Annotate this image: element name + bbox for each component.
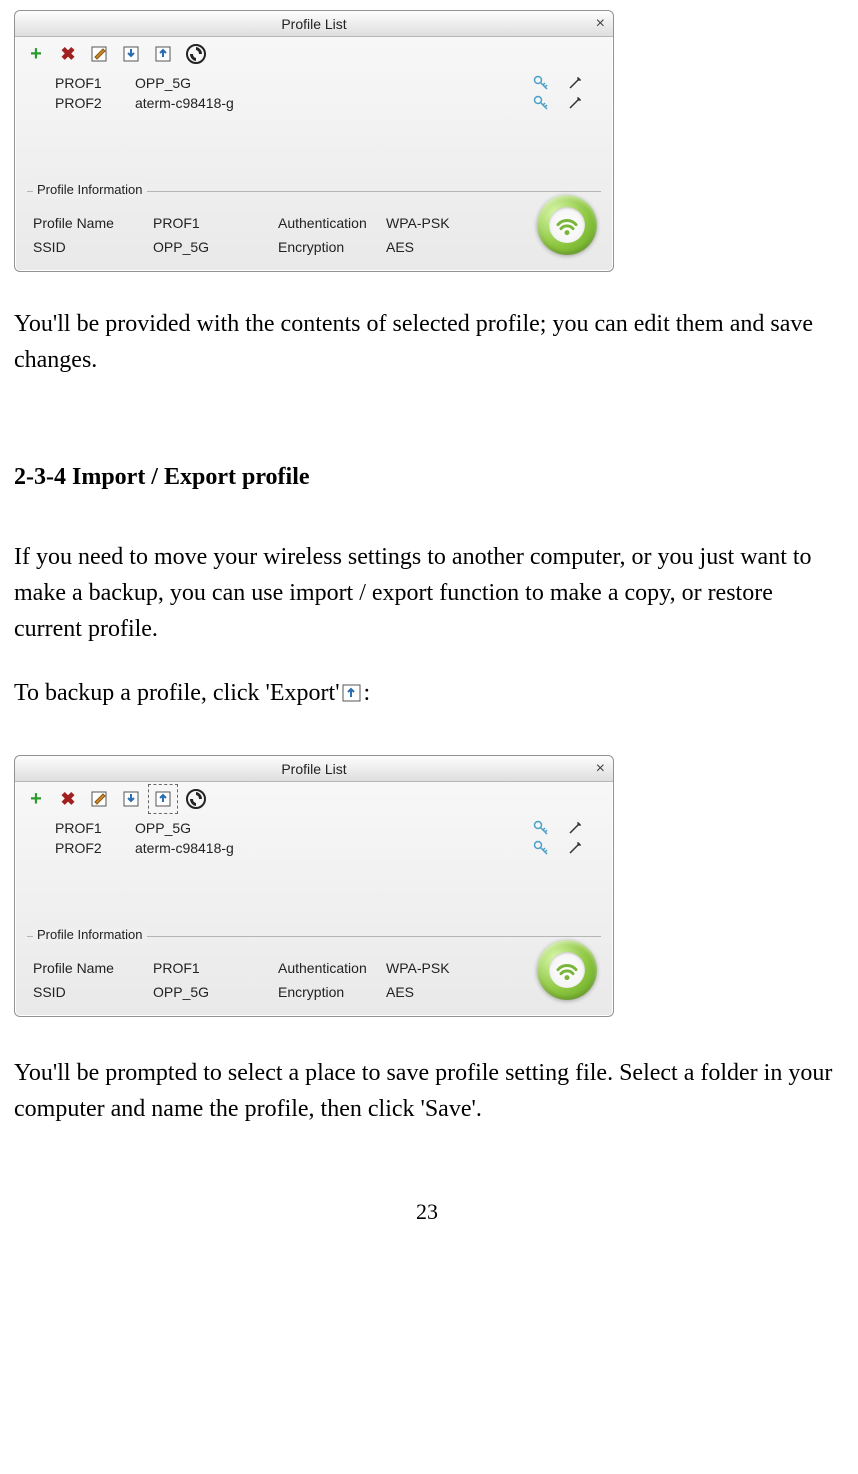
label-profile-name: Profile Name: [33, 215, 153, 231]
label-ssid: SSID: [33, 984, 153, 1000]
window-title: Profile List: [281, 761, 346, 777]
export-icon-inline: [342, 683, 362, 703]
titlebar: Profile List ×: [15, 756, 613, 782]
window-title: Profile List: [281, 16, 346, 32]
value-auth: WPA-PSK: [386, 960, 450, 976]
edit-icon[interactable]: [89, 43, 111, 65]
key-icon: [533, 840, 549, 856]
wifi-status-icon: [537, 940, 597, 1000]
label-enc: Encryption: [278, 239, 386, 255]
profile-row[interactable]: PROF2 aterm-c98418-g: [25, 838, 603, 858]
profile-row[interactable]: PROF1 OPP_5G: [25, 73, 603, 93]
paragraph-3-text-pre: To backup a profile, click 'Export': [14, 675, 340, 711]
profile-list-window-2: Profile List × + ✖ PROF1 OPP_5G PROF2: [14, 755, 614, 1017]
profile-name: PROF2: [25, 840, 135, 856]
profile-name: PROF1: [25, 820, 135, 836]
profile-information-group: Profile Information Profile NamePROF1 SS…: [25, 191, 603, 261]
add-icon[interactable]: +: [25, 788, 47, 810]
section-heading: 2-3-4 Import / Export profile: [14, 464, 840, 491]
wand-icon: [567, 95, 583, 111]
profile-information-group: Profile Information Profile NamePROF1 SS…: [25, 936, 603, 1006]
label-profile-name: Profile Name: [33, 960, 153, 976]
value-profile-name: PROF1: [153, 215, 200, 231]
value-enc: AES: [386, 984, 414, 1000]
profile-list-window-1: Profile List × + ✖ PROF1 OPP_5G PROF2: [14, 10, 614, 272]
key-icon: [533, 820, 549, 836]
profile-ssid: aterm-c98418-g: [135, 95, 533, 111]
add-icon[interactable]: +: [25, 43, 47, 65]
page-number: 23: [14, 1199, 840, 1225]
activate-icon[interactable]: [185, 788, 207, 810]
value-profile-name: PROF1: [153, 960, 200, 976]
toolbar: + ✖: [15, 782, 613, 814]
profile-row[interactable]: PROF1 OPP_5G: [25, 818, 603, 838]
wand-icon: [567, 820, 583, 836]
group-legend: Profile Information: [33, 927, 147, 942]
profile-ssid: OPP_5G: [135, 75, 533, 91]
delete-icon[interactable]: ✖: [57, 43, 79, 65]
profile-name: PROF2: [25, 95, 135, 111]
key-icon: [533, 75, 549, 91]
value-ssid: OPP_5G: [153, 984, 209, 1000]
value-auth: WPA-PSK: [386, 215, 450, 231]
paragraph-3-text-post: :: [364, 675, 371, 711]
label-auth: Authentication: [278, 960, 386, 976]
wand-icon: [567, 75, 583, 91]
import-icon[interactable]: [121, 43, 143, 65]
delete-icon[interactable]: ✖: [57, 788, 79, 810]
toolbar: + ✖: [15, 37, 613, 69]
titlebar: Profile List ×: [15, 11, 613, 37]
profile-ssid: aterm-c98418-g: [135, 840, 533, 856]
wand-icon: [567, 840, 583, 856]
profile-list: PROF1 OPP_5G PROF2 aterm-c98418-g: [25, 818, 603, 928]
body-paragraph-4: You'll be prompted to select a place to …: [14, 1055, 840, 1127]
import-icon[interactable]: [121, 788, 143, 810]
close-icon[interactable]: ×: [596, 760, 605, 778]
body-paragraph-3: To backup a profile, click 'Export' :: [14, 675, 840, 711]
body-paragraph-1: You'll be provided with the contents of …: [14, 306, 840, 378]
activate-icon[interactable]: [185, 43, 207, 65]
profile-row[interactable]: PROF2 aterm-c98418-g: [25, 93, 603, 113]
value-ssid: OPP_5G: [153, 239, 209, 255]
close-icon[interactable]: ×: [596, 15, 605, 33]
wifi-status-icon: [537, 195, 597, 255]
value-enc: AES: [386, 239, 414, 255]
label-enc: Encryption: [278, 984, 386, 1000]
group-legend: Profile Information: [33, 182, 147, 197]
profile-ssid: OPP_5G: [135, 820, 533, 836]
body-paragraph-2: If you need to move your wireless settin…: [14, 539, 840, 647]
export-icon[interactable]: [153, 788, 175, 810]
export-icon[interactable]: [153, 43, 175, 65]
label-ssid: SSID: [33, 239, 153, 255]
profile-list: PROF1 OPP_5G PROF2 aterm-c98418-g: [25, 73, 603, 183]
edit-icon[interactable]: [89, 788, 111, 810]
profile-name: PROF1: [25, 75, 135, 91]
label-auth: Authentication: [278, 215, 386, 231]
key-icon: [533, 95, 549, 111]
